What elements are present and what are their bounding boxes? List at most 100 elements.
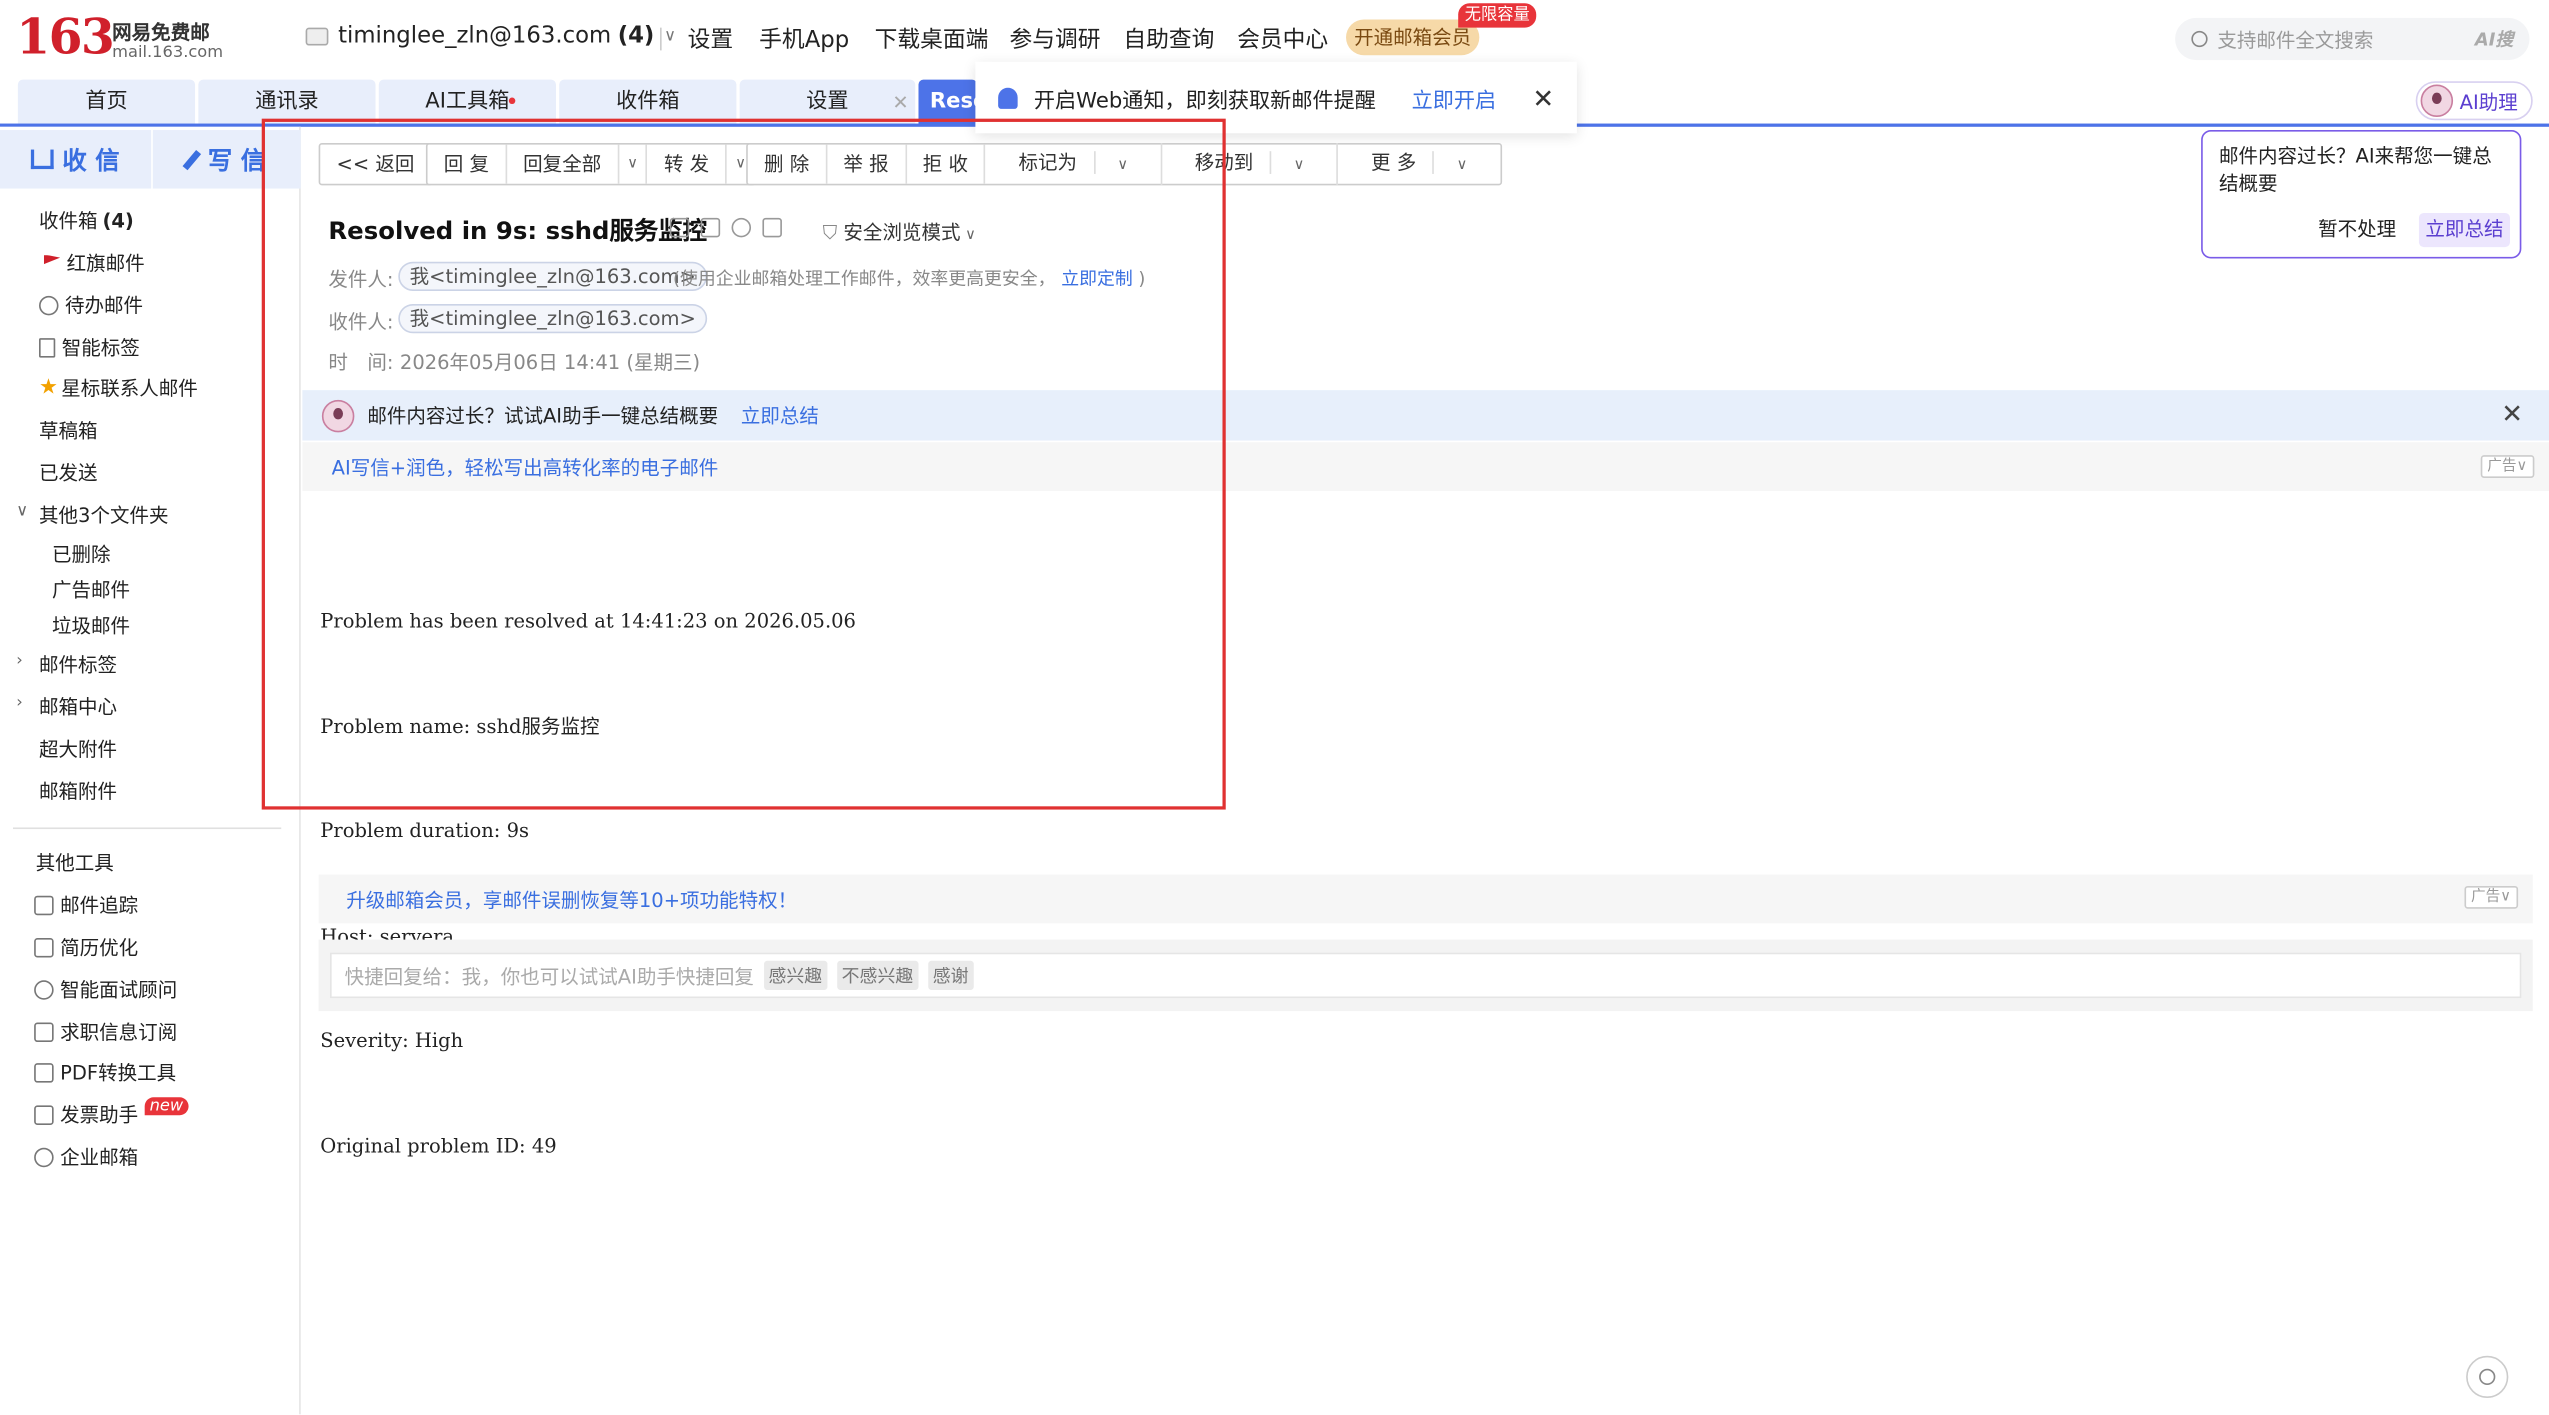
- tab-label: 首页: [85, 89, 128, 114]
- sidebar-item-ads[interactable]: 广告邮件: [52, 575, 130, 603]
- tab-inbox[interactable]: 收件箱: [559, 79, 737, 124]
- divider: [660, 27, 662, 51]
- sidebar-item-mail-center[interactable]: 邮箱中心: [39, 693, 117, 721]
- forward-button[interactable]: 转 发: [648, 144, 728, 184]
- chevron-down-icon: ∨: [664, 26, 677, 45]
- upgrade-banner[interactable]: 升级邮箱会员，享邮件误删恢复等10+项功能特权！: [318, 874, 2533, 924]
- enable-notification-link[interactable]: 立即开启: [1412, 82, 1497, 113]
- ai-summarize-link[interactable]: 立即总结: [741, 402, 819, 430]
- quick-reply-chip[interactable]: 感兴趣: [763, 960, 828, 991]
- reply-all-button[interactable]: 回复全部: [507, 144, 620, 184]
- red-flag-icon: [43, 254, 61, 265]
- move-to-button[interactable]: 移动到 ∨: [1162, 143, 1339, 186]
- sidebar-item-large-attachments[interactable]: 超大附件: [39, 735, 117, 763]
- customize-link[interactable]: 立即定制: [1061, 268, 1133, 289]
- ad-tag[interactable]: 广告∨: [2464, 885, 2518, 909]
- sidebar-item-attachments[interactable]: 邮箱附件: [39, 777, 117, 805]
- sidebar-item-smart-tags[interactable]: 智能标签: [39, 333, 140, 361]
- vip-badge: 无限容量: [1458, 3, 1537, 28]
- reply-button[interactable]: 回 复: [428, 144, 507, 184]
- notification-text: 开启Web通知，即刻获取新邮件提醒: [1033, 88, 1376, 113]
- account-switcher[interactable]: timinglee_zln@163.com (4) ∨: [305, 23, 677, 49]
- ai-bar-text: 邮件内容过长？试试AI助手一键总结概要: [367, 404, 719, 428]
- bookmark-icon: [39, 337, 56, 357]
- sidebar-item-deleted[interactable]: 已删除: [52, 540, 111, 568]
- nav-settings[interactable]: 设置: [688, 23, 734, 56]
- from-address[interactable]: 我<timinglee_zln@163.com>: [398, 261, 708, 291]
- sidebar-item-todo[interactable]: 待办邮件: [39, 291, 143, 319]
- back-button[interactable]: << 返回: [318, 143, 433, 186]
- label: 邮箱附件: [39, 780, 118, 804]
- unread-dot: [508, 97, 515, 105]
- tool-pdf[interactable]: PDF转换工具: [34, 1058, 176, 1086]
- tool-mail-tracking[interactable]: 邮件追踪: [34, 891, 138, 919]
- tool-resume[interactable]: 简历优化: [34, 933, 138, 961]
- chevron-down-icon[interactable]: ∨: [16, 502, 28, 520]
- close-icon[interactable]: ✕: [1532, 82, 1554, 113]
- more-button[interactable]: 更 多 ∨: [1338, 143, 1499, 185]
- ai-assistant-label: AI助理: [2459, 90, 2518, 113]
- skip-button[interactable]: 暂不处理: [2318, 216, 2396, 244]
- nav-self-service[interactable]: 自助查询: [1123, 23, 1214, 56]
- sidebar-item-mail-tags[interactable]: 邮件标签: [39, 650, 117, 678]
- logo-number[interactable]: 163: [16, 10, 115, 69]
- sidebar-item-drafts[interactable]: 草稿箱: [39, 416, 98, 444]
- ai-assistant-button[interactable]: AI助理: [2415, 81, 2533, 121]
- delete-button[interactable]: 删 除: [748, 144, 828, 184]
- bookmark-icon[interactable]: [669, 217, 690, 238]
- summarize-button[interactable]: 立即总结: [2418, 212, 2510, 248]
- report-button[interactable]: 举 报: [827, 144, 907, 184]
- sidebar-item-inbox[interactable]: 收件箱 (4): [39, 206, 134, 234]
- sidebar-item-flagged[interactable]: 红旗邮件: [39, 249, 145, 277]
- tab-settings[interactable]: 设置 ✕: [739, 79, 916, 126]
- ai-avatar-icon: [321, 399, 355, 432]
- nav-survey[interactable]: 参与调研: [1010, 23, 1101, 56]
- sidebar-item-spam[interactable]: 垃圾邮件: [52, 611, 130, 639]
- tab-home[interactable]: 首页: [17, 79, 196, 124]
- print-icon[interactable]: [762, 217, 782, 238]
- nav-desktop[interactable]: 下载桌面端: [875, 23, 989, 56]
- sidebar-item-other-folders[interactable]: 其他3个文件夹: [39, 501, 168, 529]
- label: 广告: [2487, 458, 2517, 475]
- label: 超大附件: [39, 738, 118, 761]
- ad-banner[interactable]: AI写信+润色，轻松写出高转化率的电子邮件: [302, 442, 2549, 491]
- tab-ai-toolbox[interactable]: AI工具箱: [378, 79, 556, 124]
- clock-icon: [39, 295, 59, 315]
- label: 移动到: [1178, 151, 1272, 174]
- tab-contacts[interactable]: 通讯录: [198, 79, 376, 124]
- nav-member-center[interactable]: 会员中心: [1237, 23, 1328, 56]
- flag-icon[interactable]: [700, 217, 721, 238]
- chevron-right-icon[interactable]: ›: [16, 694, 23, 712]
- nav-mobile-app[interactable]: 手机App: [759, 23, 849, 56]
- close-icon[interactable]: ✕: [892, 80, 908, 126]
- chevron-down-icon[interactable]: ∨: [619, 144, 648, 184]
- sidebar-item-sent[interactable]: 已发送: [39, 458, 98, 486]
- compose-button[interactable]: 写 信: [152, 130, 301, 189]
- sidebar-item-starred[interactable]: ★ 星标联系人邮件: [39, 374, 198, 402]
- clock-icon[interactable]: [731, 217, 752, 238]
- body-line: Problem name: sshd服务监控: [320, 714, 600, 738]
- ad-tag[interactable]: 广告∨: [2480, 455, 2534, 478]
- quick-reply-input[interactable]: 快捷回复给：我，你也可以试试AI助手快捷回复 感兴趣 不感兴趣 感谢: [330, 952, 2522, 999]
- receive-button[interactable]: 收 信: [0, 130, 152, 189]
- search-input[interactable]: 支持邮件全文搜索 AI搜: [2175, 17, 2530, 61]
- safe-browsing-toggle[interactable]: ⛉ 安全浏览模式 ∨: [823, 218, 976, 246]
- body-line: Problem duration: 9s: [320, 819, 530, 843]
- mark-as-button[interactable]: 标记为 ∨: [986, 143, 1163, 186]
- shield-icon: ⛉: [822, 221, 844, 244]
- tool-job-subscribe[interactable]: 求职信息订阅: [34, 1018, 177, 1046]
- quick-reply-chip[interactable]: 不感兴趣: [836, 960, 919, 991]
- close-icon[interactable]: ✕: [2501, 398, 2523, 429]
- chevron-right-icon[interactable]: ›: [16, 652, 23, 670]
- new-badge: new: [144, 1097, 189, 1116]
- quick-reply-chip[interactable]: 感谢: [927, 960, 974, 991]
- ai-search-button[interactable]: AI搜: [2475, 26, 2513, 52]
- to-address[interactable]: 我<timinglee_zln@163.com>: [398, 303, 708, 334]
- tab-current-email[interactable]: Resolved in 9s: sshd服务监控: [918, 79, 978, 126]
- tool-interview[interactable]: 智能面试顾问: [34, 975, 177, 1003]
- zoom-button[interactable]: [2466, 1355, 2509, 1399]
- tool-enterprise-mail[interactable]: 企业邮箱: [34, 1143, 138, 1171]
- label: 求职信息订阅: [60, 1020, 178, 1044]
- tool-invoice[interactable]: 发票助手 new: [34, 1097, 189, 1129]
- reject-button[interactable]: 拒 收: [907, 144, 986, 184]
